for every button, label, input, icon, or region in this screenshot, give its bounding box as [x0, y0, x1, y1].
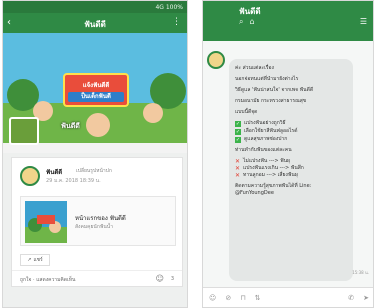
cross-icon: ✕: [235, 172, 241, 179]
post-date: 29 ม.ค. 2018 18:39 น.: [46, 178, 101, 184]
input-bar: ☺ ⊘ ⊓ ⇅ ✆ ➤: [203, 287, 373, 307]
chat-avatar[interactable]: [207, 51, 225, 69]
chat-line: แบบนี้ดีจุด: [235, 109, 258, 115]
chat-line: นอกจ่อทนแต่ที่นำมายังต่างไร: [235, 76, 299, 82]
check-item: ✓ เลือกใช้ยาสีฟันฟลูออไรด์: [235, 128, 298, 135]
chat-bubble: ค่ะ ส่วนแต่ละเรื่อง นอกจ่อทนแต่ที่นำมายั…: [229, 59, 353, 281]
check-item: ✓ แปรงฟันอย่างถูกวิธี: [235, 120, 286, 127]
comment-count: 3: [170, 276, 174, 282]
profile-avatar[interactable]: [9, 117, 39, 145]
profile-name: ฟันดีดี: [61, 122, 80, 130]
cross-icon: ✕: [235, 158, 241, 165]
feed: ฟันดีดี เปลี่ยนรูปหน้าปก 29 ม.ค. 2018 18…: [3, 153, 187, 307]
message-time: 15:38 น.: [352, 270, 369, 275]
link-title: หน้าแรกของ ฟันดีดี: [75, 215, 126, 222]
more-icon[interactable]: ⇅: [255, 294, 261, 302]
share-label: แชร์: [33, 257, 43, 263]
check-icon: ✓: [235, 136, 241, 143]
menu-icon[interactable]: ⋮: [172, 17, 181, 27]
cross-icon: ✕: [235, 165, 241, 172]
attach-icon[interactable]: ⊘: [225, 294, 231, 302]
check-icon: ✓: [235, 120, 241, 127]
chat-line: ค่ะ ส่วนแต่ละเรื่อง: [235, 65, 274, 71]
comment-icon[interactable]: ☺: [156, 274, 164, 283]
cross-item: ✕ ทานลูกอม ---> เสี่ยงฟันผุ: [235, 172, 298, 179]
status-bar: 4G 100%: [3, 1, 187, 13]
cross-item: ✕ ไม่แปรงฟัน ---> ฟันผุ: [235, 158, 290, 165]
chat-footer: ติดตามความรู้สุขภาพฟันได้ที่ Line: @FunY…: [235, 183, 312, 196]
link-thumbnail: [25, 201, 67, 243]
post-avatar[interactable]: [20, 166, 40, 186]
chat-line: ท่านทำกับฟันของแต่ละคน: [235, 147, 292, 153]
chat-line: วิธีดูแล 'ฟันน่าสนใจ' จากเพจ ฟันดีดี: [235, 87, 314, 93]
share-icon: ↗: [27, 257, 32, 263]
post-footer: ถูกใจ · แสดงความคิดเห็น ☺ 3: [12, 270, 182, 288]
search-icon[interactable]: ⌕: [239, 17, 243, 27]
menu-icon[interactable]: ☰: [360, 17, 367, 26]
like-comment-link[interactable]: ถูกใจ · แสดงความคิดเห็น: [20, 276, 75, 284]
check-icon: ✓: [235, 128, 241, 135]
status-text: 4G 100%: [155, 3, 183, 11]
chat-screen: ฟันดีดี ⌕ ⌂ ☰ ค่ะ ส่วนแต่ละเรื่อง นอกจ่อ…: [202, 0, 374, 308]
thumbnail-illustration: [25, 215, 67, 243]
cover-banner: แจ้งฟันดีดี ป็นเด็กฟันดี: [63, 73, 129, 107]
post-author[interactable]: ฟันดีดี: [46, 167, 62, 177]
page-title: ฟันดีดี: [84, 20, 106, 29]
bookmark-icon[interactable]: ⊓: [240, 294, 245, 302]
send-icon[interactable]: ➤: [363, 294, 373, 302]
timeline-screen: 4G 100% ‹ ฟันดีดี ⋮ แจ้งฟันดีดี ป็นเด็กฟ…: [2, 0, 188, 308]
header-icons: ⌕ ⌂: [239, 17, 255, 27]
call-icon[interactable]: ✆: [348, 294, 354, 302]
emoji-icon[interactable]: ☺: [209, 294, 216, 302]
link-subtitle: สังคมคุยนักฟันน้ำ: [75, 224, 114, 230]
app-header: ‹ ฟันดีดี ⋮: [3, 13, 187, 33]
check-item: ✓ ดูแลสุขภาพช่องปาก: [235, 136, 288, 143]
chat-header: ฟันดีดี ⌕ ⌂ ☰: [203, 1, 373, 41]
share-button[interactable]: ↗ แชร์: [20, 254, 50, 266]
cover-line2: ป็นเด็กฟันดี: [68, 92, 124, 102]
chat-line: กรมอนามัย กระทรวงสาธารณสุข: [235, 98, 307, 104]
cross-item: ✕ แปรงฟันแรงเกิน ---> ฟันสึก: [235, 165, 304, 172]
timeline-post: ฟันดีดี เปลี่ยนรูปหน้าปก 29 ม.ค. 2018 18…: [11, 157, 183, 287]
cover-line1: แจ้งฟันดีดี: [82, 82, 110, 89]
home-icon[interactable]: ⌂: [249, 17, 254, 27]
post-action: เปลี่ยนรูปหน้าปก: [76, 168, 112, 174]
link-card[interactable]: หน้าแรกของ ฟันดีดี สังคมคุยนักฟันน้ำ: [20, 196, 176, 246]
